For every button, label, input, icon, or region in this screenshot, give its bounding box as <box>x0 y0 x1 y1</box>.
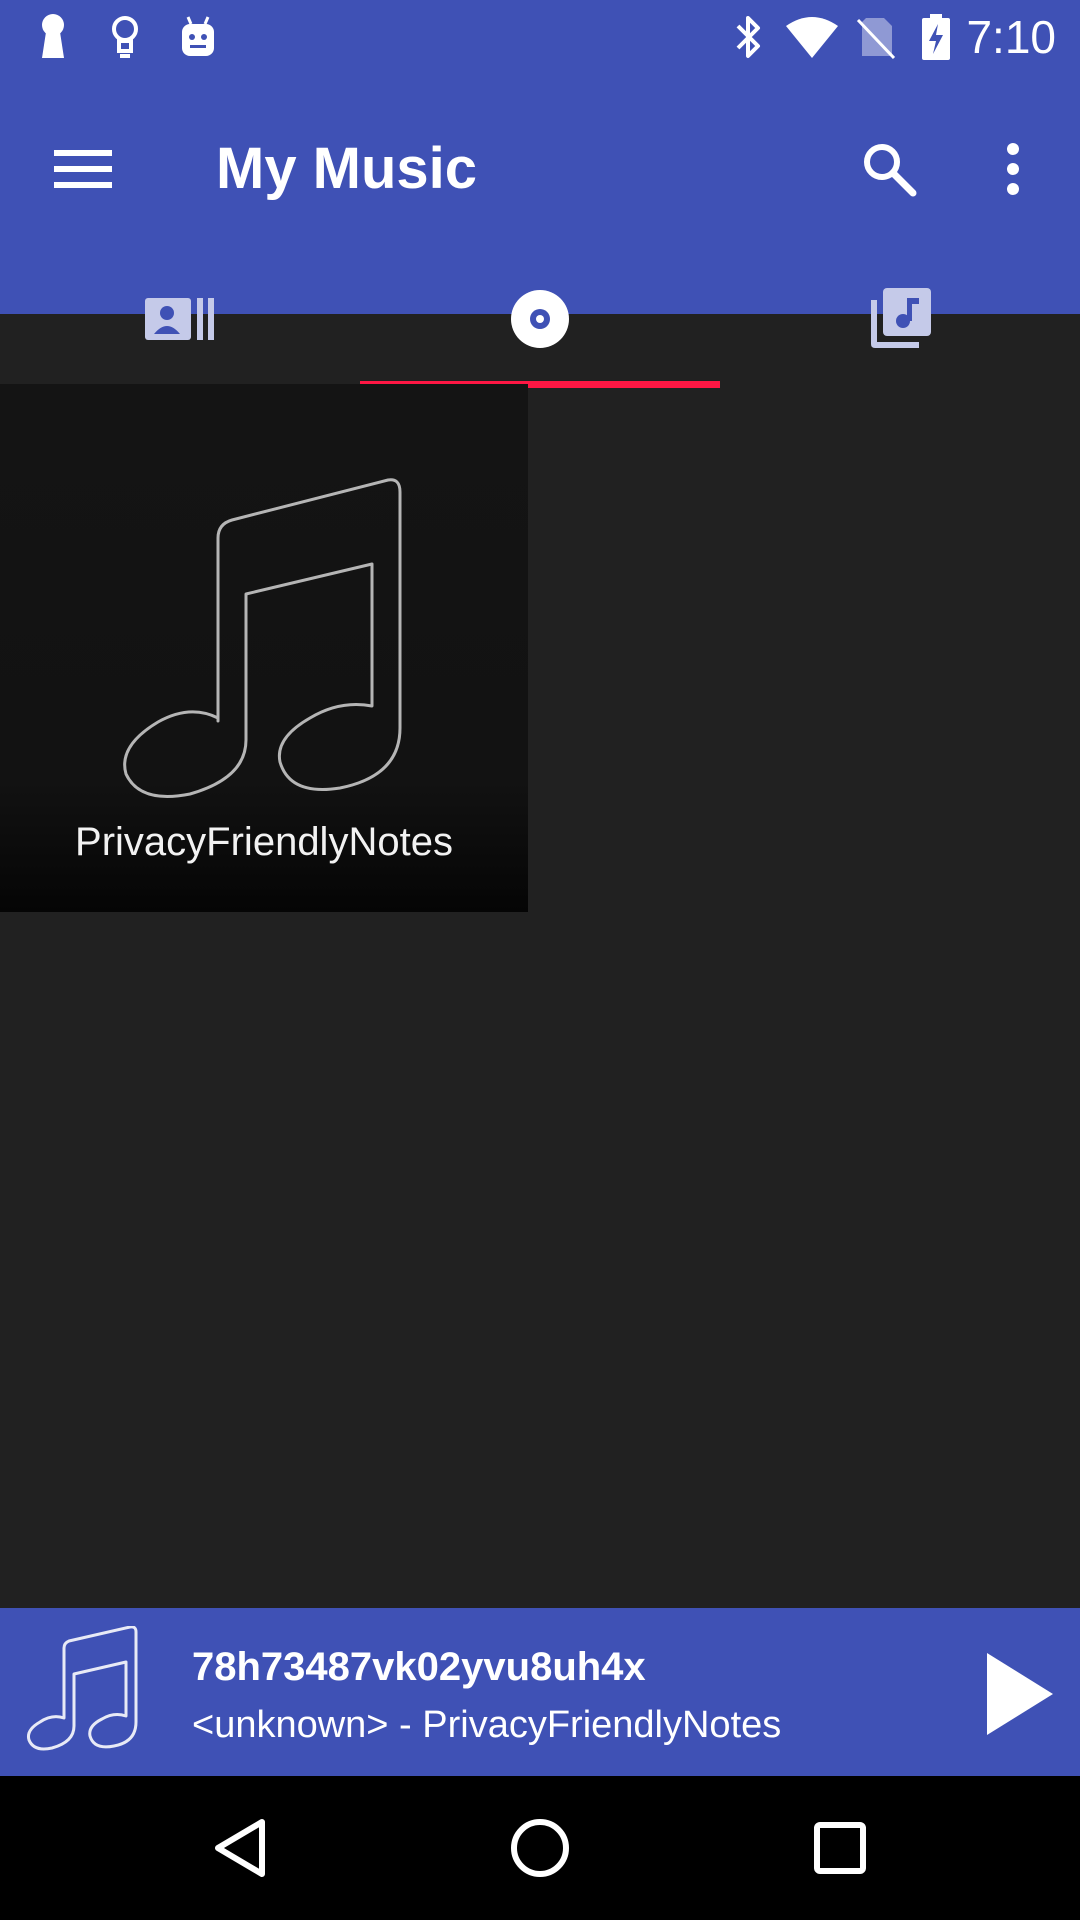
album-title: PrivacyFriendlyNotes <box>75 820 453 864</box>
more-vert-icon[interactable] <box>970 126 1056 212</box>
tab-artists[interactable] <box>0 254 360 388</box>
keyhole-icon <box>36 12 70 62</box>
recents-square-icon[interactable] <box>790 1798 890 1898</box>
artists-icon <box>145 296 215 347</box>
wifi-icon <box>784 12 840 62</box>
android-icon <box>180 12 216 62</box>
bluetooth-icon <box>732 12 764 62</box>
playlist-music-icon <box>869 287 931 355</box>
now-playing-subtitle: <unknown> - PrivacyFriendlyNotes <box>192 1704 782 1746</box>
no-sim-icon <box>856 12 896 62</box>
page-title: My Music <box>216 136 478 201</box>
clock: 7:10 <box>966 11 1056 63</box>
app-bar: My Music <box>0 74 1080 388</box>
hamburger-menu-icon[interactable] <box>40 126 126 212</box>
play-icon[interactable] <box>970 1644 1070 1744</box>
music-note-icon <box>120 478 410 823</box>
album-tile[interactable]: PrivacyFriendlyNotes <box>0 384 528 912</box>
music-note-icon <box>26 1625 142 1763</box>
now-playing-title: 78h73487vk02yvu8uh4x <box>192 1645 646 1689</box>
album-disc-icon <box>510 289 570 354</box>
status-bar: 7:10 <box>0 0 1080 74</box>
now-playing-bar[interactable]: 78h73487vk02yvu8uh4x <unknown> - Privacy… <box>0 1608 1080 1776</box>
lightbulb-icon <box>110 12 140 62</box>
search-icon[interactable] <box>846 126 932 212</box>
home-circle-icon[interactable] <box>490 1798 590 1898</box>
tab-albums[interactable] <box>360 254 720 388</box>
system-nav-bar <box>0 1776 1080 1920</box>
back-triangle-icon[interactable] <box>190 1798 290 1898</box>
battery-charging-icon <box>920 12 952 62</box>
tab-bar <box>0 254 1080 388</box>
tab-playlists[interactable] <box>720 254 1080 388</box>
